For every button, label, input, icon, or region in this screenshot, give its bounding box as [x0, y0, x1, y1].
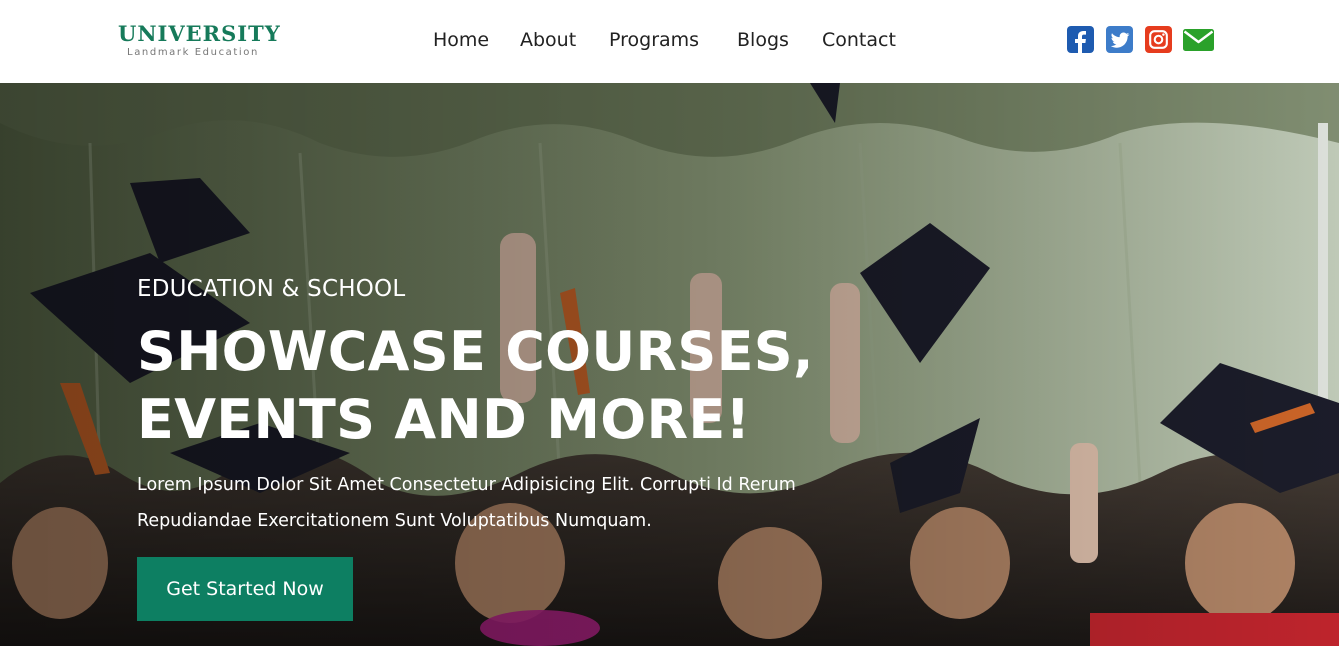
site-header: UNIVERSITY Landmark Education Home About…: [0, 0, 1339, 83]
nav-programs-link[interactable]: Programs: [609, 28, 699, 52]
nav-about-link[interactable]: About: [520, 28, 576, 52]
main-nav: Home About Programs Blogs Contact: [0, 28, 1339, 54]
twitter-icon: [1110, 32, 1129, 48]
instagram-link[interactable]: [1145, 26, 1172, 53]
nav-blogs-link[interactable]: Blogs: [737, 28, 789, 52]
facebook-link[interactable]: [1067, 26, 1094, 53]
get-started-button[interactable]: Get Started Now: [137, 557, 353, 621]
email-link[interactable]: [1183, 26, 1214, 53]
nav-contact-link[interactable]: Contact: [822, 28, 896, 52]
hero-section: EDUCATION & SCHOOL SHOWCASE COURSES, EVE…: [0, 83, 1339, 646]
twitter-link[interactable]: [1106, 26, 1133, 53]
nav-home-link[interactable]: Home: [433, 28, 489, 52]
envelope-icon: [1183, 28, 1214, 51]
instagram-icon: [1149, 30, 1168, 49]
hero-description: Lorem Ipsum Dolor Sit Amet Consectetur A…: [137, 475, 796, 531]
hero-kicker: EDUCATION & SCHOOL: [137, 276, 406, 302]
facebook-icon: [1075, 31, 1086, 53]
hero-title: SHOWCASE COURSES, EVENTS AND MORE!: [137, 320, 814, 451]
